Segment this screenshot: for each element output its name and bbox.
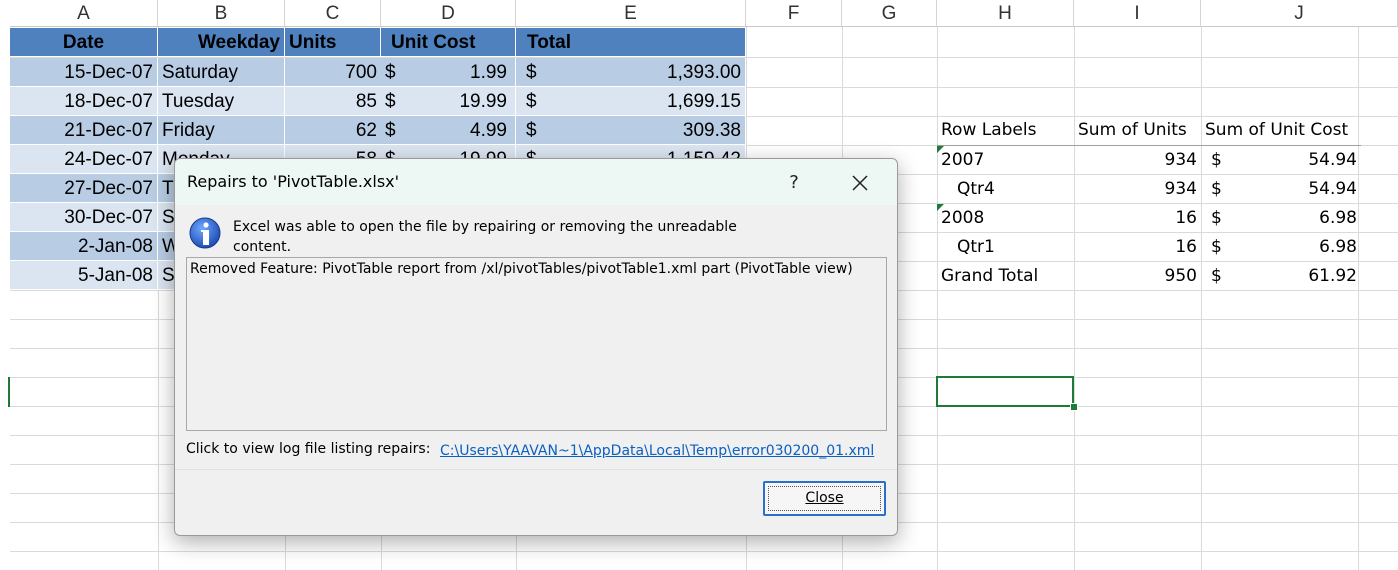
- table-header-unit-cost[interactable]: Unit Cost: [381, 28, 516, 57]
- pivot-header-sum-of-units[interactable]: Sum of Units: [1074, 116, 1201, 146]
- column-header-g[interactable]: G: [842, 0, 937, 27]
- table-cell-units[interactable]: 85: [285, 87, 381, 116]
- pivot-cell-cur[interactable]: $: [1201, 204, 1231, 233]
- table-cell-date[interactable]: 27-Dec-07: [10, 174, 158, 203]
- selected-cell[interactable]: [936, 376, 1074, 407]
- table-cell-unit-cost[interactable]: 19.99: [411, 87, 516, 116]
- column-header-j[interactable]: J: [1201, 0, 1398, 27]
- dialog-titlebar[interactable]: Repairs to 'PivotTable.xlsx' ?: [175, 159, 897, 205]
- active-row-marker: [0, 377, 10, 407]
- column-header-f[interactable]: F: [746, 0, 842, 27]
- table-cell-date[interactable]: 5-Jan-08: [10, 261, 158, 290]
- table-header-units[interactable]: Units: [285, 28, 381, 57]
- table-cell-cur1[interactable]: $: [381, 58, 411, 87]
- pivot-cell-units[interactable]: 16: [1074, 233, 1201, 262]
- table-cell-units[interactable]: 700: [285, 58, 381, 87]
- grid-line: [1074, 27, 1075, 570]
- pivot-cell-units[interactable]: 950: [1074, 262, 1201, 291]
- pivot-cell-label[interactable]: Grand Total: [937, 262, 1074, 291]
- error-indicator-icon: [937, 204, 944, 211]
- fill-handle[interactable]: [1070, 403, 1078, 411]
- column-header-a[interactable]: A: [10, 0, 158, 27]
- repairs-dialog: Repairs to 'PivotTable.xlsx' ? Excel was…: [174, 158, 898, 536]
- table-cell-date[interactable]: 15-Dec-07: [10, 58, 158, 87]
- table-header-weekday[interactable]: Weekday: [158, 28, 285, 57]
- pivot-cell-label[interactable]: 2007: [937, 146, 1074, 175]
- table-cell-date[interactable]: 24-Dec-07: [10, 145, 158, 174]
- table-cell-date[interactable]: 21-Dec-07: [10, 116, 158, 145]
- table-cell-date[interactable]: 2-Jan-08: [10, 232, 158, 261]
- pivot-cell-cur[interactable]: $: [1201, 175, 1231, 204]
- table-cell-total[interactable]: 1,393.00: [546, 58, 746, 87]
- table-cell-cur1[interactable]: $: [381, 116, 411, 145]
- table-cell-weekday[interactable]: Saturday: [158, 58, 285, 87]
- pivot-cell-label[interactable]: Qtr4: [937, 175, 1074, 204]
- table-cell-unit-cost[interactable]: 1.99: [411, 58, 516, 87]
- error-indicator-icon: [937, 146, 944, 153]
- close-button-label: Close: [805, 490, 844, 506]
- table-cell-cur2[interactable]: $: [516, 58, 546, 87]
- table-cell-weekday[interactable]: Friday: [158, 116, 285, 145]
- pivot-cell-units[interactable]: 16: [1074, 204, 1201, 233]
- column-header-h[interactable]: H: [937, 0, 1074, 27]
- table-cell-date[interactable]: 18-Dec-07: [10, 87, 158, 116]
- table-cell-units[interactable]: 62: [285, 116, 381, 145]
- table-cell-date[interactable]: 30-Dec-07: [10, 203, 158, 232]
- table-cell-cur2[interactable]: $: [516, 87, 546, 116]
- pivot-cell-units[interactable]: 934: [1074, 175, 1201, 204]
- table-cell-unit-cost[interactable]: 4.99: [411, 116, 516, 145]
- grid-line: [937, 27, 938, 570]
- pivot-cell-cost[interactable]: 54.94: [1231, 175, 1361, 204]
- pivot-cell-cur[interactable]: $: [1201, 233, 1231, 262]
- pivot-cell-cur[interactable]: $: [1201, 262, 1231, 291]
- info-icon: [189, 217, 221, 249]
- dialog-divider: [175, 469, 897, 470]
- dialog-title: Repairs to 'PivotTable.xlsx': [187, 172, 400, 191]
- column-header-i[interactable]: I: [1074, 0, 1201, 27]
- column-header-c[interactable]: C: [285, 0, 381, 27]
- table-cell-weekday[interactable]: Tuesday: [158, 87, 285, 116]
- pivot-cell-cost[interactable]: 54.94: [1231, 146, 1361, 175]
- pivot-cell-cur[interactable]: $: [1201, 146, 1231, 175]
- grid-line: [1358, 27, 1359, 570]
- close-icon-glyph: [852, 175, 868, 191]
- table-cell-cur2[interactable]: $: [516, 116, 546, 145]
- pivot-cell-cost[interactable]: 6.98: [1231, 233, 1361, 262]
- table-header-total[interactable]: Total: [516, 28, 746, 57]
- grid-line: [10, 551, 1398, 552]
- grid-line: [1201, 27, 1202, 570]
- close-icon[interactable]: [837, 167, 883, 199]
- table-cell-total[interactable]: 1,699.15: [546, 87, 746, 116]
- column-header-d[interactable]: D: [381, 0, 516, 27]
- pivot-header-sum-of-unit-cost[interactable]: Sum of Unit Cost: [1201, 116, 1361, 146]
- pivot-cell-label[interactable]: 2008: [937, 204, 1074, 233]
- pivot-cell-label[interactable]: Qtr1: [937, 233, 1074, 262]
- log-file-link[interactable]: C:\Users\YAAVAN~1\AppData\Local\Temp\err…: [440, 443, 874, 459]
- pivot-cell-cost[interactable]: 61.92: [1231, 262, 1361, 291]
- repair-details-box[interactable]: Removed Feature: PivotTable report from …: [186, 257, 887, 431]
- dialog-message: Excel was able to open the file by repai…: [233, 219, 737, 255]
- pivot-cell-cost[interactable]: 6.98: [1231, 204, 1361, 233]
- column-header-b[interactable]: B: [158, 0, 285, 27]
- close-button[interactable]: Close: [763, 481, 886, 516]
- pivot-header-row-labels[interactable]: Row Labels: [937, 116, 1074, 146]
- table-cell-cur1[interactable]: $: [381, 87, 411, 116]
- table-header-date[interactable]: Date: [10, 28, 158, 57]
- help-button[interactable]: ?: [771, 167, 817, 199]
- column-header-e[interactable]: E: [516, 0, 746, 27]
- pivot-cell-units[interactable]: 934: [1074, 146, 1201, 175]
- table-cell-total[interactable]: 309.38: [546, 116, 746, 145]
- log-file-label: Click to view log file listing repairs:: [186, 441, 431, 457]
